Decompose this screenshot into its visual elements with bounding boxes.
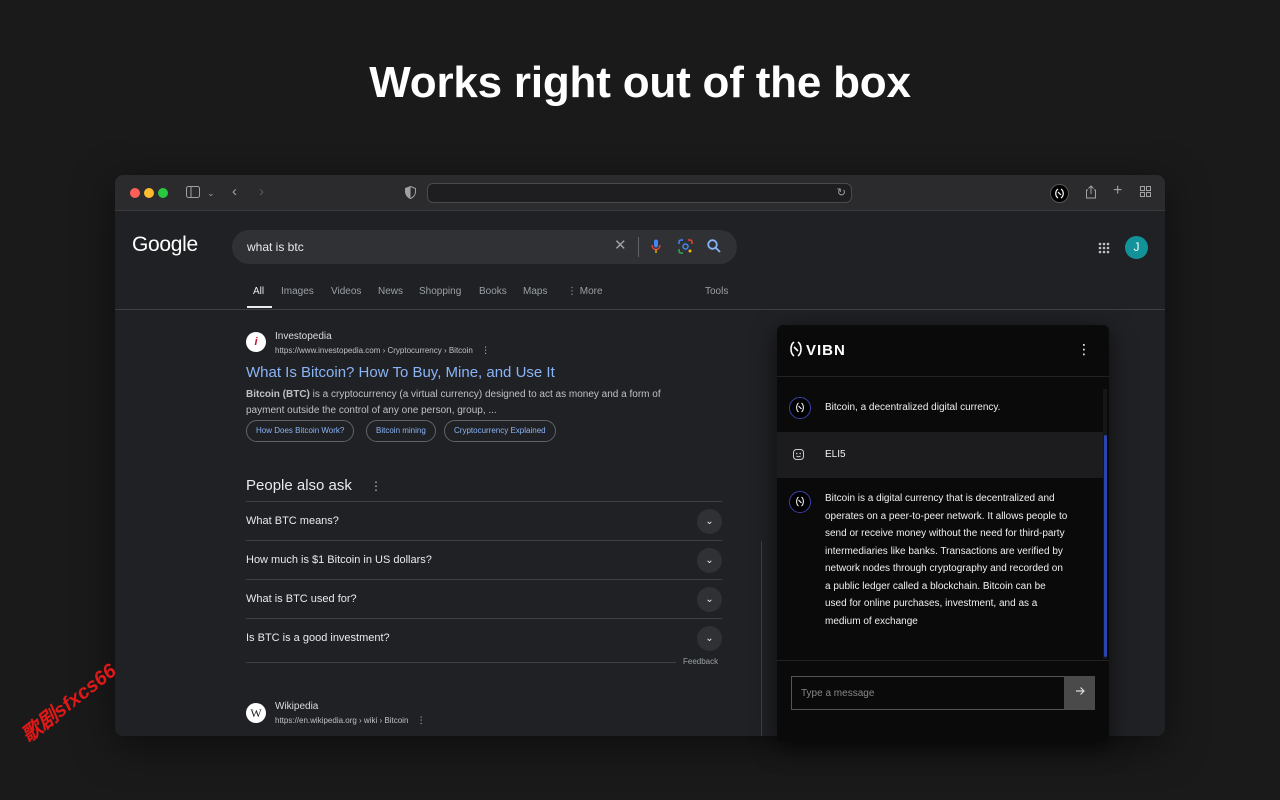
active-tab-underline: [247, 306, 272, 308]
result-url[interactable]: https://en.wikipedia.org › wiki › Bitcoi…: [275, 715, 426, 726]
search-divider: [638, 237, 639, 257]
paa-question-text: What BTC means?: [246, 515, 339, 527]
snippet-bold: Bitcoin (BTC): [246, 389, 310, 400]
vibn-logo-text: VIBN: [806, 342, 846, 359]
user-message: ELI5: [777, 432, 1103, 478]
message-composer: [777, 660, 1109, 742]
chevron-down-icon[interactable]: ⌄: [697, 509, 722, 534]
scrollbar-thumb[interactable]: [1104, 435, 1107, 657]
paa-question-text: How much is $1 Bitcoin in US dollars?: [246, 554, 432, 566]
watermark: 歌剧sfxcs66: [17, 659, 121, 748]
bot-message: Bitcoin is a digital currency that is de…: [777, 485, 1103, 655]
bot-message: Bitcoin, a decentralized digital currenc…: [777, 389, 1103, 431]
paa-bottom-divider: [246, 662, 676, 663]
paa-question-text: Is BTC is a good investment?: [246, 632, 390, 644]
paa-options-icon[interactable]: ⋮: [370, 479, 382, 493]
chevron-down-icon[interactable]: ⌄: [697, 587, 722, 612]
privacy-shield-icon[interactable]: [405, 185, 416, 202]
sidebar-toggle-icon[interactable]: [186, 186, 200, 201]
user-avatar-icon: [793, 449, 804, 463]
arrow-right-icon: [1075, 687, 1085, 695]
tab-books[interactable]: Books: [479, 286, 507, 297]
tab-videos[interactable]: Videos: [331, 286, 361, 297]
result-url-text: https://en.wikipedia.org › wiki › Bitcoi…: [275, 716, 409, 725]
google-logo[interactable]: Google: [132, 233, 198, 257]
chip-how-bitcoin-works[interactable]: How Does Bitcoin Work?: [246, 420, 355, 442]
vibn-avatar-icon: [789, 397, 811, 419]
tab-more[interactable]: ⋮ More: [567, 286, 603, 297]
back-icon[interactable]: ‹: [232, 184, 237, 199]
more-options-icon[interactable]: ⋮: [481, 345, 490, 355]
chevron-down-icon[interactable]: ⌄: [697, 626, 722, 651]
search-box[interactable]: what is btc ✕: [232, 230, 737, 264]
minimize-window-button[interactable]: [144, 188, 154, 198]
chevron-down-icon[interactable]: ⌄: [207, 186, 215, 200]
address-bar[interactable]: ↻: [427, 183, 852, 203]
search-icon[interactable]: [707, 239, 721, 256]
chip-cryptocurrency-explained[interactable]: Cryptocurrency Explained: [444, 420, 556, 442]
more-options-icon[interactable]: ⋮: [417, 715, 426, 725]
vibn-extension-icon[interactable]: [1050, 184, 1069, 203]
reload-icon[interactable]: ↻: [837, 186, 846, 199]
paa-question[interactable]: What is BTC used for? ⌄: [246, 579, 722, 618]
vibn-header: VIBN ⋮: [777, 325, 1109, 377]
tab-images[interactable]: Images: [281, 286, 314, 297]
investopedia-favicon: i: [246, 332, 266, 352]
column-divider: [761, 541, 762, 736]
user-message-text: ELI5: [825, 449, 846, 460]
browser-toolbar: ⌄ ‹ › ↻ +: [115, 175, 1165, 211]
tab-maps[interactable]: Maps: [523, 286, 547, 297]
result-url[interactable]: https://www.investopedia.com › Cryptocur…: [275, 345, 490, 356]
result-title-link[interactable]: What Is Bitcoin? How To Buy, Mine, and U…: [246, 364, 555, 381]
paa-question[interactable]: What BTC means? ⌄: [246, 501, 722, 540]
share-icon[interactable]: [1085, 185, 1097, 202]
headline: Works right out of the box: [369, 58, 911, 107]
lens-icon[interactable]: [678, 239, 693, 257]
tools-button[interactable]: Tools: [705, 286, 728, 297]
chevron-down-icon[interactable]: ⌄: [697, 548, 722, 573]
tabs-divider: [115, 309, 1165, 310]
tab-shopping[interactable]: Shopping: [419, 286, 461, 297]
message-input[interactable]: [791, 676, 1064, 710]
result-site-name[interactable]: Investopedia: [275, 331, 332, 342]
microphone-icon[interactable]: [651, 239, 661, 257]
tab-overview-icon[interactable]: [1140, 186, 1151, 200]
paa-question[interactable]: Is BTC is a good investment? ⌄: [246, 618, 722, 657]
paa-question[interactable]: How much is $1 Bitcoin in US dollars? ⌄: [246, 540, 722, 579]
result-url-text: https://www.investopedia.com › Cryptocur…: [275, 346, 473, 355]
more-options-icon[interactable]: ⋮: [1077, 341, 1091, 358]
send-button[interactable]: [1064, 676, 1095, 710]
bot-message-text: Bitcoin is a digital currency that is de…: [825, 493, 1068, 627]
forward-icon[interactable]: ›: [259, 184, 264, 199]
people-also-ask-title: People also ask: [246, 477, 352, 494]
close-window-button[interactable]: [130, 188, 140, 198]
chip-bitcoin-mining[interactable]: Bitcoin mining: [366, 420, 436, 442]
google-apps-icon[interactable]: [1098, 241, 1110, 257]
vibn-logo-icon: [790, 341, 802, 357]
paa-question-text: What is BTC used for?: [246, 593, 357, 605]
search-input[interactable]: what is btc: [247, 240, 304, 254]
avatar[interactable]: J: [1125, 236, 1148, 259]
feedback-link[interactable]: Feedback: [683, 657, 718, 666]
new-tab-icon[interactable]: +: [1113, 183, 1122, 199]
vibn-avatar-icon: [789, 491, 811, 513]
tab-all[interactable]: All: [253, 286, 264, 297]
bot-message-text: Bitcoin, a decentralized digital currenc…: [825, 402, 1001, 413]
tab-news[interactable]: News: [378, 286, 403, 297]
result-snippet: Bitcoin (BTC) is a cryptocurrency (a vir…: [246, 387, 686, 419]
wikipedia-favicon: W: [246, 703, 266, 723]
vibn-logo: VIBN: [789, 341, 846, 359]
vibn-chat-panel: VIBN ⋮ Bitcoin, a decentralized digital …: [777, 325, 1109, 742]
zoom-window-button[interactable]: [158, 188, 168, 198]
result-site-name[interactable]: Wikipedia: [275, 701, 318, 712]
clear-search-icon[interactable]: ✕: [614, 238, 627, 254]
